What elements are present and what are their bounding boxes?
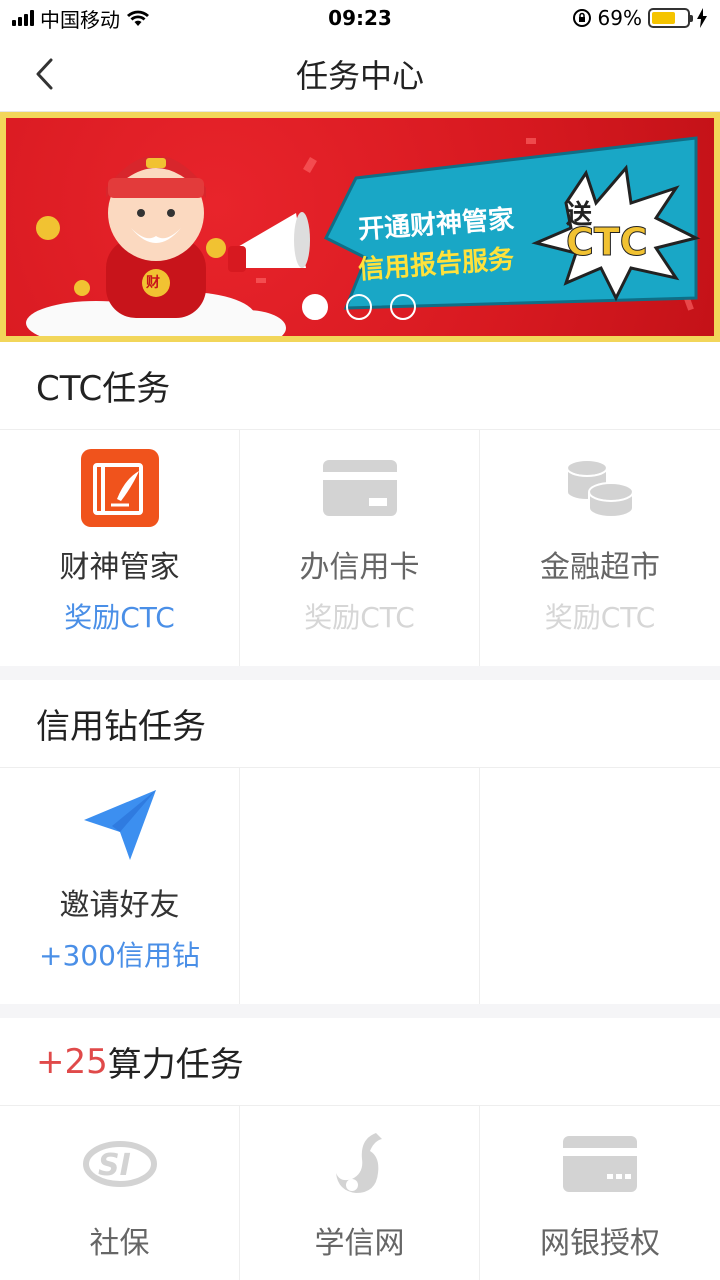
mascot-god-of-wealth	[106, 155, 206, 318]
navigation-bar: 任务中心	[0, 36, 720, 112]
task-invite-friends[interactable]: 邀请好友 +300信用钻	[0, 768, 240, 1004]
task-label: 财神管家	[59, 550, 180, 585]
task-bank-auth[interactable]: 网银授权	[480, 1106, 720, 1280]
megaphone-icon	[228, 212, 310, 272]
task-chsi[interactable]: 学信网	[240, 1106, 480, 1280]
task-finance-market[interactable]: 金融超市 奖励CTC	[480, 430, 720, 666]
mascot-badge: 财	[146, 275, 160, 291]
task-reward: 奖励CTC	[544, 601, 656, 634]
section-title-diamond: 信用钻任务	[0, 680, 720, 768]
battery-level	[652, 12, 676, 24]
status-bar: 中国移动 09:23 69%	[0, 0, 720, 36]
task-label: 网银授权	[540, 1226, 660, 1261]
flame-logo-icon	[320, 1124, 400, 1204]
wifi-icon	[127, 10, 149, 26]
task-label: 社保	[89, 1226, 150, 1261]
section-title-text: CTC任务	[36, 369, 171, 409]
section-title-bonus: +25	[36, 1041, 108, 1082]
social-security-si-icon: SI	[80, 1124, 160, 1204]
svg-text:SI: SI	[98, 1148, 131, 1183]
task-label: 办信用卡	[299, 550, 420, 585]
banner-bubble-main: CTC	[566, 220, 649, 265]
task-credit-card[interactable]: 办信用卡 奖励CTC	[240, 430, 480, 666]
bank-card-icon	[560, 1124, 640, 1204]
battery-percent: 69%	[597, 6, 642, 30]
coins-stack-icon	[560, 448, 640, 528]
banner-dot[interactable]	[346, 294, 372, 320]
orientation-lock-icon	[572, 9, 591, 27]
compute-task-grid: SI 社保 学信网 网银授权	[0, 1106, 720, 1280]
task-social-security[interactable]: SI 社保	[0, 1106, 240, 1280]
notebook-pen-icon	[80, 448, 160, 528]
back-button[interactable]	[26, 56, 62, 92]
task-label: 金融超市	[540, 550, 660, 585]
task-reward: 奖励CTC	[304, 601, 415, 634]
battery-icon	[648, 8, 693, 28]
carrier-label: 中国移动	[40, 7, 120, 32]
banner-dot[interactable]	[302, 294, 328, 320]
status-bar-left: 中国移动	[12, 4, 150, 33]
task-label: 邀请好友	[59, 888, 180, 923]
diamond-task-grid: 邀请好友 +300信用钻	[0, 768, 720, 1004]
credit-card-icon	[320, 448, 400, 528]
empty-cell	[240, 768, 480, 1004]
status-bar-right: 69%	[572, 6, 708, 30]
section-title-compute: +25 算力任务	[0, 1018, 720, 1106]
task-reward: 奖励CTC	[64, 601, 175, 634]
signal-icon	[12, 10, 34, 26]
chevron-left-icon	[36, 58, 53, 90]
section-title-text: 算力任务	[107, 1045, 244, 1085]
empty-cell	[480, 768, 720, 1004]
task-caishen-guanjia[interactable]: 财神管家 奖励CTC	[0, 430, 240, 666]
charging-bolt-icon	[697, 8, 707, 28]
section-title-ctc: CTC任务	[0, 342, 720, 430]
page-title: 任务中心	[295, 56, 424, 95]
paper-plane-icon	[80, 786, 160, 866]
task-reward: +300信用钻	[39, 939, 200, 972]
promo-banner[interactable]: 开通财神管家 信用报告服务 送 CTC 财	[0, 112, 720, 342]
task-label: 学信网	[314, 1226, 405, 1261]
banner-pagination	[302, 294, 416, 320]
banner-dot[interactable]	[390, 294, 416, 320]
banner-slide[interactable]: 开通财神管家 信用报告服务 送 CTC 财	[6, 118, 714, 336]
section-title-text: 信用钻任务	[36, 707, 206, 747]
ctc-task-grid: 财神管家 奖励CTC 办信用卡 奖励CTC 金融超市 奖励CTC	[0, 430, 720, 666]
